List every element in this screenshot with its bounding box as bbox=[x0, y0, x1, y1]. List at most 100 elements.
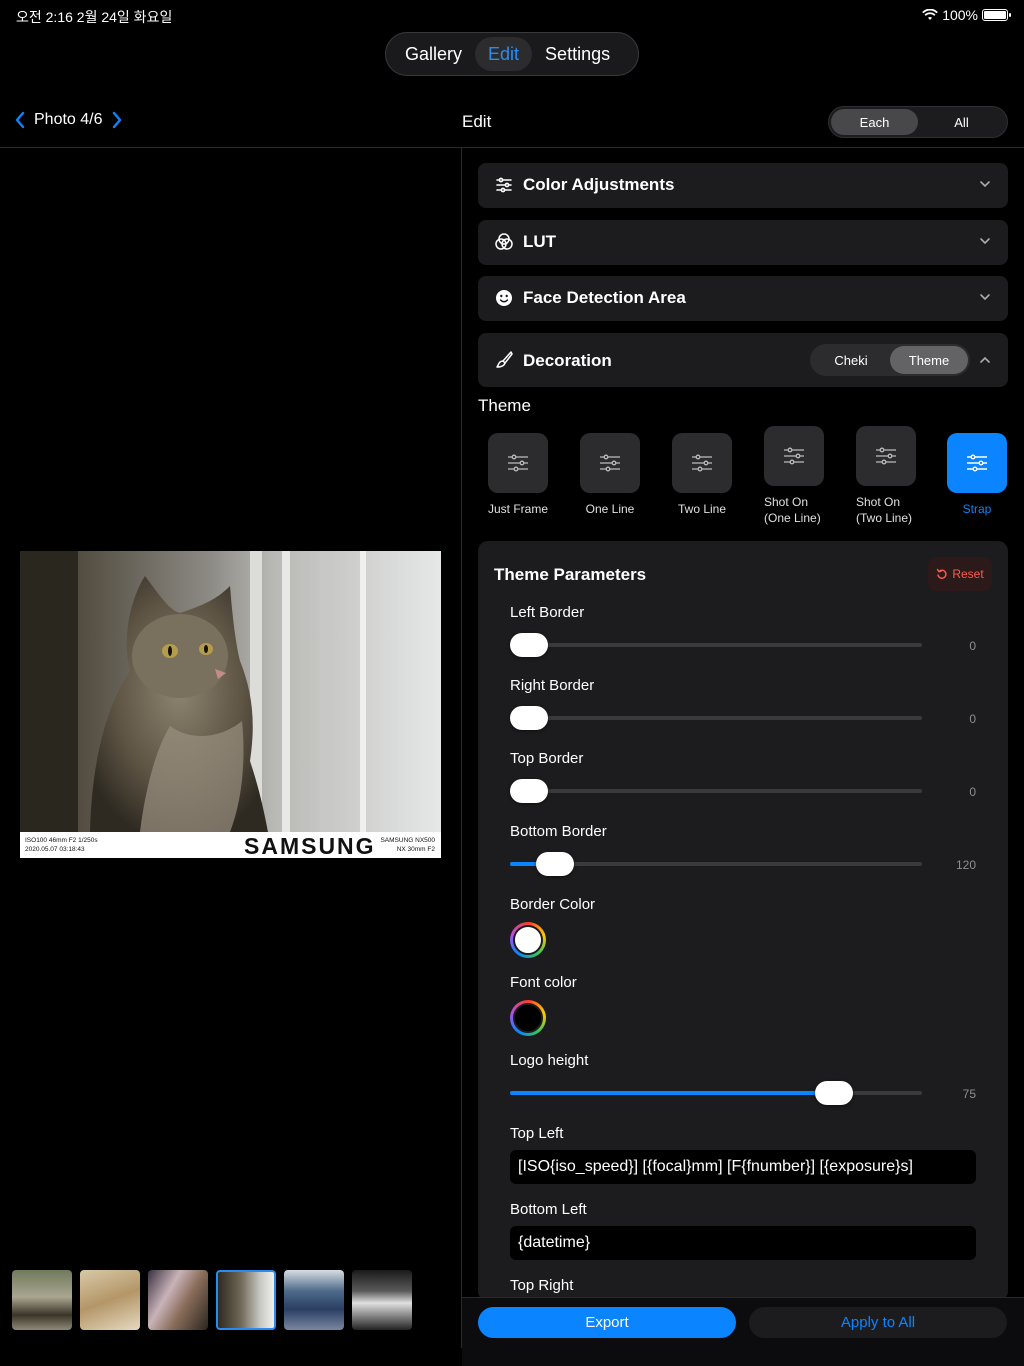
section-title: LUT bbox=[523, 232, 557, 251]
top-left-label: Top Left bbox=[510, 1125, 564, 1142]
main-tabs: Gallery Edit Settings bbox=[385, 32, 639, 76]
lut-section[interactable]: LUT bbox=[478, 220, 1008, 265]
thumbnail-strip bbox=[12, 1270, 412, 1330]
theme-options: Just Frame One Line Two Line Shot On (On… bbox=[478, 426, 1018, 536]
strap-top-left: ISO100 46mm F2 1/250s 2020.05.07 03:18:4… bbox=[25, 836, 98, 854]
sliders-icon bbox=[784, 447, 804, 465]
slider-thumb[interactable] bbox=[510, 633, 548, 657]
top-border-value: 0 bbox=[969, 785, 976, 799]
bottom-border-label: Bottom Border bbox=[510, 823, 607, 840]
theme-one-line[interactable]: One Line bbox=[564, 433, 656, 517]
theme-shot-on-one-line[interactable]: Shot On (One Line) bbox=[748, 426, 840, 526]
photo-navigator: Photo 4/6 bbox=[14, 110, 123, 130]
theme-heading: Theme bbox=[478, 396, 531, 415]
parameters-heading: Theme Parameters bbox=[494, 565, 647, 584]
strap-datetime-text: 2020.05.07 03:18:43 bbox=[25, 846, 85, 853]
sliders-icon bbox=[496, 177, 512, 193]
sliders-icon bbox=[600, 454, 620, 472]
scope-all-button[interactable]: All bbox=[918, 109, 1005, 135]
mode-cheki-button[interactable]: Cheki bbox=[812, 346, 890, 374]
thumbnail[interactable] bbox=[148, 1270, 208, 1330]
page-title: Edit bbox=[462, 112, 492, 131]
slider-thumb[interactable] bbox=[510, 706, 548, 730]
mode-theme-button[interactable]: Theme bbox=[890, 346, 968, 374]
left-border-value: 0 bbox=[969, 639, 976, 653]
apply-to-all-button[interactable]: Apply to All bbox=[749, 1307, 1007, 1338]
right-border-slider[interactable] bbox=[510, 706, 922, 730]
theme-just-frame[interactable]: Just Frame bbox=[472, 433, 564, 517]
top-left-field[interactable]: [ISO{iso_speed}] [{focal}mm] [F{fnumber}… bbox=[510, 1150, 976, 1184]
reset-label: Reset bbox=[952, 567, 984, 581]
smiley-icon bbox=[496, 290, 512, 306]
theme-strap[interactable]: Strap bbox=[931, 433, 1023, 517]
photo-strap: ISO100 46mm F2 1/250s 2020.05.07 03:18:4… bbox=[20, 832, 441, 859]
strap-exif-text: ISO100 46mm F2 1/250s bbox=[25, 837, 98, 844]
thumbnail-selected[interactable] bbox=[216, 1270, 276, 1330]
bottom-left-label: Bottom Left bbox=[510, 1201, 587, 1218]
border-color-picker[interactable] bbox=[510, 922, 546, 958]
slider-thumb[interactable] bbox=[510, 779, 548, 803]
theme-label: Shot On (Two Line) bbox=[856, 495, 913, 525]
sliders-icon bbox=[876, 447, 896, 465]
decoration-section[interactable]: Decoration Cheki Theme bbox=[478, 333, 1008, 387]
top-border-label: Top Border bbox=[510, 750, 584, 767]
battery-percent: 100% bbox=[942, 7, 978, 23]
tab-gallery[interactable]: Gallery bbox=[392, 37, 475, 71]
color-adjustments-section[interactable]: Color Adjustments bbox=[478, 163, 1008, 208]
chevron-down-icon bbox=[980, 181, 990, 188]
battery-icon bbox=[982, 9, 1011, 21]
wifi-icon bbox=[922, 9, 939, 20]
section-title: Decoration bbox=[523, 351, 612, 370]
strap-lens-text: NX 30mm F2 bbox=[396, 846, 435, 853]
logo-height-value: 75 bbox=[962, 1087, 976, 1101]
bottom-left-field[interactable]: {datetime} bbox=[510, 1226, 976, 1260]
theme-label: Two Line bbox=[677, 502, 727, 516]
chevron-down-icon bbox=[980, 294, 990, 301]
bottom-border-slider[interactable] bbox=[510, 852, 922, 876]
chevron-up-icon bbox=[980, 356, 990, 363]
thumbnail[interactable] bbox=[80, 1270, 140, 1330]
cat-photo bbox=[20, 551, 441, 832]
theme-shot-on-two-line[interactable]: Shot On (Two Line) bbox=[840, 426, 932, 526]
top-border-slider[interactable] bbox=[510, 779, 922, 803]
sliders-icon bbox=[508, 454, 528, 472]
sliders-icon bbox=[967, 454, 987, 472]
tab-settings[interactable]: Settings bbox=[532, 37, 623, 71]
logo-height-slider[interactable] bbox=[510, 1081, 922, 1105]
action-bar: Export Apply to All bbox=[462, 1297, 1024, 1366]
paintbrush-icon bbox=[496, 351, 513, 368]
border-color-label: Border Color bbox=[510, 896, 596, 913]
chevron-right-icon[interactable] bbox=[111, 110, 123, 130]
export-button[interactable]: Export bbox=[478, 1307, 736, 1338]
scope-each-button[interactable]: Each bbox=[831, 109, 918, 135]
slider-thumb[interactable] bbox=[815, 1081, 854, 1105]
theme-two-line[interactable]: Two Line bbox=[656, 433, 748, 517]
right-border-value: 0 bbox=[969, 712, 976, 726]
thumbnail[interactable] bbox=[352, 1270, 412, 1330]
strap-logo: SAMSUNG bbox=[244, 833, 376, 859]
slider-thumb[interactable] bbox=[536, 852, 575, 876]
strap-camera-text: SAMSUNG NX500 bbox=[380, 837, 435, 844]
decoration-mode-control: Cheki Theme bbox=[810, 344, 970, 376]
font-color-picker[interactable] bbox=[510, 1000, 546, 1036]
sliders-icon bbox=[692, 454, 712, 472]
face-detection-section[interactable]: Face Detection Area bbox=[478, 276, 1008, 321]
left-border-slider[interactable] bbox=[510, 633, 922, 657]
panel-divider bbox=[461, 148, 462, 1348]
logo-height-label: Logo height bbox=[510, 1052, 589, 1069]
edit-header: Photo 4/6 Edit Each All bbox=[0, 100, 1024, 148]
thumbnail[interactable] bbox=[284, 1270, 344, 1330]
theme-label: Just Frame bbox=[487, 502, 548, 516]
chevron-left-icon[interactable] bbox=[14, 110, 26, 130]
photo-counter: Photo 4/6 bbox=[34, 111, 103, 128]
scope-segmented-control: Each All bbox=[828, 106, 1008, 138]
tab-edit[interactable]: Edit bbox=[475, 37, 533, 71]
font-color-swatch bbox=[513, 1003, 543, 1033]
left-border-label: Left Border bbox=[510, 604, 585, 621]
theme-label: Strap bbox=[962, 502, 992, 516]
section-title: Color Adjustments bbox=[523, 175, 675, 194]
top-right-label: Top Right bbox=[510, 1277, 574, 1294]
font-color-label: Font color bbox=[510, 974, 577, 991]
reset-button[interactable]: Reset bbox=[928, 557, 992, 591]
thumbnail[interactable] bbox=[12, 1270, 72, 1330]
